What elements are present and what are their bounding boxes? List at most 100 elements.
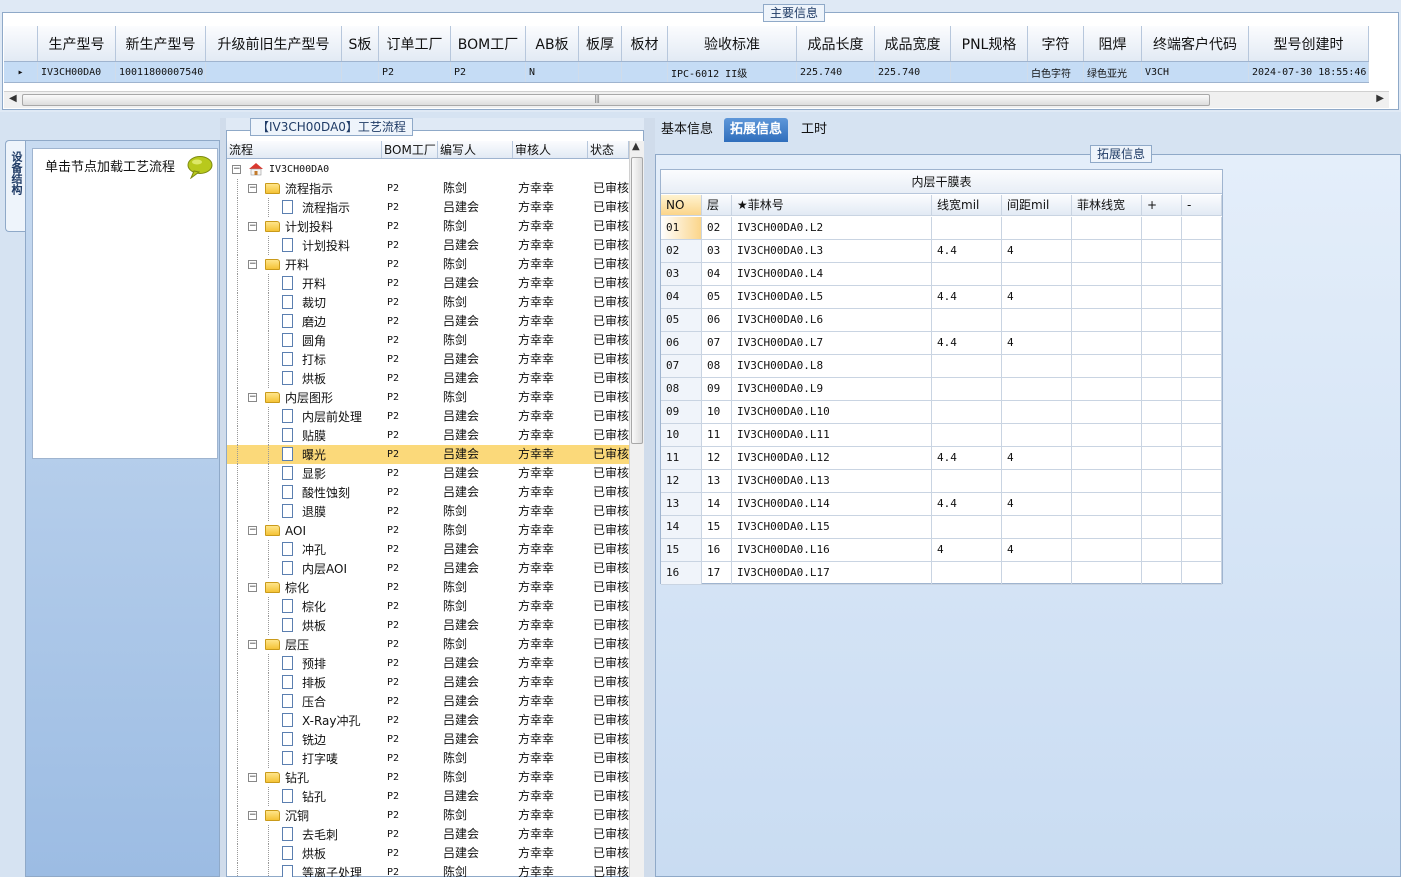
main-grid-cell[interactable]: 225.740: [875, 62, 951, 82]
film-cell[interactable]: [1072, 332, 1142, 355]
film-cell[interactable]: [1182, 332, 1222, 355]
film-cell[interactable]: [1072, 355, 1142, 378]
tree-row[interactable]: 裁切 P2 陈剑 方幸幸 已审核: [227, 293, 629, 312]
film-cell[interactable]: [1002, 378, 1072, 401]
tree-node[interactable]: − 开料: [227, 255, 382, 274]
film-table-row[interactable]: 04 05 IV3CH00DA0.L5 4.4 4: [661, 286, 1222, 309]
tree-col-header[interactable]: 编写人: [438, 141, 513, 158]
film-cell[interactable]: [1142, 332, 1182, 355]
main-grid-cell[interactable]: P2: [379, 62, 451, 82]
collapse-icon[interactable]: −: [248, 393, 257, 402]
film-cell[interactable]: [1072, 240, 1142, 263]
film-cell[interactable]: 4.4: [932, 286, 1002, 309]
collapse-icon[interactable]: −: [248, 640, 257, 649]
scroll-right-arrow-icon[interactable]: ▶: [1376, 93, 1384, 104]
main-grid-col-header[interactable]: 升级前旧生产型号: [206, 26, 342, 61]
film-cell[interactable]: [932, 516, 1002, 539]
tree-node[interactable]: 酸性蚀刻: [227, 483, 382, 502]
film-cell[interactable]: [1182, 516, 1222, 539]
tree-node[interactable]: 流程指示: [227, 198, 382, 217]
film-cell[interactable]: IV3CH00DA0.L11: [732, 424, 932, 447]
main-grid-cell[interactable]: V3CH: [1142, 62, 1249, 82]
film-cell[interactable]: 15: [702, 516, 732, 539]
film-cell[interactable]: [1072, 539, 1142, 562]
tree-row[interactable]: 烘板 P2 吕建会 方幸幸 已审核: [227, 616, 629, 635]
main-grid-col-header[interactable]: BOM工厂: [451, 26, 526, 61]
film-cell[interactable]: 14: [661, 516, 702, 539]
tree-node[interactable]: 磨边: [227, 312, 382, 331]
film-cell[interactable]: [1072, 378, 1142, 401]
film-table-row[interactable]: 08 09 IV3CH00DA0.L9: [661, 378, 1222, 401]
film-table-row[interactable]: 05 06 IV3CH00DA0.L6: [661, 309, 1222, 332]
film-cell[interactable]: IV3CH00DA0.L3: [732, 240, 932, 263]
main-grid-cell[interactable]: [951, 62, 1028, 82]
collapse-icon[interactable]: −: [248, 811, 257, 820]
middle-splitter[interactable]: [644, 118, 655, 877]
tab-extension-info[interactable]: 拓展信息: [724, 118, 789, 142]
film-cell[interactable]: 07: [661, 355, 702, 378]
film-cell[interactable]: [1002, 217, 1072, 240]
tree-node[interactable]: − 层压: [227, 635, 382, 654]
tree-row[interactable]: 曝光 P2 吕建会 方幸幸 已审核: [227, 445, 629, 464]
tree-node[interactable]: − 计划投料: [227, 217, 382, 236]
main-grid-row[interactable]: ▸ IV3CH00DA0 10011800007540 P2 P2 N IPC-6012 I…: [4, 62, 1369, 83]
main-grid-cell[interactable]: IPC-6012 II级: [668, 62, 797, 82]
film-cell[interactable]: [932, 263, 1002, 286]
film-cell[interactable]: IV3CH00DA0.L12: [732, 447, 932, 470]
main-grid-col-header[interactable]: 板材: [622, 26, 668, 61]
scroll-up-arrow-icon[interactable]: ▲: [632, 141, 640, 152]
tree-row[interactable]: 流程指示 P2 吕建会 方幸幸 已审核: [227, 198, 629, 217]
film-table-row[interactable]: 11 12 IV3CH00DA0.L12 4.4 4: [661, 447, 1222, 470]
film-cell[interactable]: 10: [661, 424, 702, 447]
film-cell[interactable]: [1182, 217, 1222, 240]
main-grid-cell[interactable]: 绿色亚光: [1084, 62, 1142, 82]
film-cell[interactable]: 02: [702, 217, 732, 240]
tree-row[interactable]: 显影 P2 吕建会 方幸幸 已审核: [227, 464, 629, 483]
film-cell[interactable]: [1142, 516, 1182, 539]
tree-row[interactable]: 排板 P2 吕建会 方幸幸 已审核: [227, 673, 629, 692]
film-cell[interactable]: [1002, 401, 1072, 424]
film-cell[interactable]: 05: [702, 286, 732, 309]
film-cell[interactable]: [1182, 240, 1222, 263]
tree-node[interactable]: − 棕化: [227, 578, 382, 597]
tree-node[interactable]: 钻孔: [227, 787, 382, 806]
film-cell[interactable]: [1072, 263, 1142, 286]
film-cell[interactable]: [932, 562, 1002, 585]
film-cell[interactable]: [1072, 424, 1142, 447]
vertical-tab-device-structure[interactable]: 设备结构: [5, 140, 25, 232]
main-grid-col-header[interactable]: 订单工厂: [379, 26, 451, 61]
tree-row[interactable]: 圆角 P2 陈剑 方幸幸 已审核: [227, 331, 629, 350]
film-table-row[interactable]: 02 03 IV3CH00DA0.L3 4.4 4: [661, 240, 1222, 263]
tree-row[interactable]: − 开料 P2 陈剑 方幸幸 已审核: [227, 255, 629, 274]
tree-node[interactable]: 排板: [227, 673, 382, 692]
film-cell[interactable]: 4: [1002, 286, 1072, 309]
tree-node[interactable]: 铣边: [227, 730, 382, 749]
film-cell[interactable]: 01: [661, 217, 702, 240]
tree-row[interactable]: 内层AOI P2 吕建会 方幸幸 已审核: [227, 559, 629, 578]
film-cell[interactable]: 13: [702, 470, 732, 493]
film-cell[interactable]: IV3CH00DA0.L15: [732, 516, 932, 539]
film-cell[interactable]: 06: [661, 332, 702, 355]
film-col-header[interactable]: -: [1182, 195, 1222, 216]
tree-row[interactable]: 打字唛 P2 陈剑 方幸幸 已审核: [227, 749, 629, 768]
film-cell[interactable]: 04: [702, 263, 732, 286]
tree-node[interactable]: 贴膜: [227, 426, 382, 445]
tree-row[interactable]: − 棕化 P2 陈剑 方幸幸 已审核: [227, 578, 629, 597]
tree-node[interactable]: 裁切: [227, 293, 382, 312]
film-table-row[interactable]: 09 10 IV3CH00DA0.L10: [661, 401, 1222, 424]
film-cell[interactable]: 12: [702, 447, 732, 470]
film-cell[interactable]: 4: [1002, 240, 1072, 263]
tree-col-header[interactable]: 状态: [588, 141, 629, 158]
film-cell[interactable]: [1182, 539, 1222, 562]
film-cell[interactable]: [1142, 401, 1182, 424]
film-cell[interactable]: 04: [661, 286, 702, 309]
tree-node[interactable]: − 沉铜: [227, 806, 382, 825]
film-cell[interactable]: IV3CH00DA0.L2: [732, 217, 932, 240]
film-cell[interactable]: 16: [661, 562, 702, 585]
tree-node[interactable]: X-Ray冲孔: [227, 711, 382, 730]
film-cell[interactable]: [1142, 470, 1182, 493]
film-cell[interactable]: 09: [661, 401, 702, 424]
film-cell[interactable]: [1142, 378, 1182, 401]
film-cell[interactable]: IV3CH00DA0.L17: [732, 562, 932, 585]
film-cell[interactable]: 15: [661, 539, 702, 562]
